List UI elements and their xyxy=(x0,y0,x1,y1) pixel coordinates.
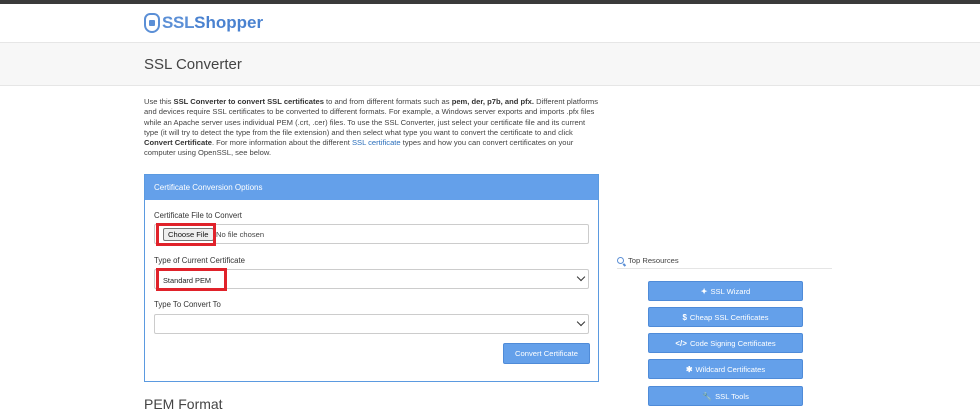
wildcard-certificates-button[interactable]: ✱ Wildcard Certificates xyxy=(648,359,803,379)
highlight-box xyxy=(156,268,227,291)
code-signing-certificates-button[interactable]: </> Code Signing Certificates xyxy=(648,333,803,353)
asterisk-icon: ✱ xyxy=(685,364,693,374)
intro-text: Use this xyxy=(144,97,174,106)
site-header: SSL Shopper xyxy=(0,4,980,42)
convert-to-label: Type To Convert To xyxy=(154,300,221,309)
intro-text: to and from different formats such as xyxy=(323,97,452,106)
button-label: SSL Wizard xyxy=(710,286,751,296)
intro-bold: pem, der, p7b, and pfx. xyxy=(451,97,534,106)
button-label: Cheap SSL Certificates xyxy=(689,312,769,322)
chevron-down-icon xyxy=(576,317,586,327)
logo[interactable]: SSL Shopper xyxy=(144,10,263,36)
file-label: Certificate File to Convert xyxy=(154,211,242,220)
ssl-certificate-link[interactable]: SSL certificate xyxy=(352,138,401,147)
wrench-icon: 🔧 xyxy=(702,391,713,401)
intro-paragraph: Use this SSL Converter to convert SSL ce… xyxy=(144,97,600,159)
button-label: Code Signing Certificates xyxy=(689,338,776,348)
title-bar: SSL Converter xyxy=(0,42,980,86)
button-label: Wildcard Certificates xyxy=(695,364,766,374)
intro-text: . For more information about the differe… xyxy=(211,138,352,148)
convert-to-select[interactable] xyxy=(154,314,589,334)
convert-certificate-button[interactable]: Convert Certificate xyxy=(503,343,590,364)
highlight-box xyxy=(156,223,216,246)
file-input[interactable]: Choose File No file chosen xyxy=(154,224,589,244)
cheap-ssl-certificates-button[interactable]: $ Cheap SSL Certificates xyxy=(648,307,803,327)
ssl-wizard-button[interactable]: ✦ SSL Wizard xyxy=(648,281,803,301)
panel-title: Certificate Conversion Options xyxy=(145,175,598,200)
top-resources-label: Top Resources xyxy=(628,256,679,265)
divider xyxy=(617,268,832,269)
button-label: SSL Tools xyxy=(715,391,749,401)
logo-ssl-text: SSL xyxy=(162,13,195,32)
ssl-tools-button[interactable]: 🔧 SSL Tools xyxy=(648,386,803,406)
intro-bold: Convert Certificate xyxy=(144,138,212,148)
conversion-panel: Certificate Conversion Options Certifica… xyxy=(144,174,599,382)
wand-icon: ✦ xyxy=(700,286,708,296)
search-icon xyxy=(617,257,624,264)
dollar-icon: $ xyxy=(682,312,687,322)
logo-shopper-text: Shopper xyxy=(194,13,264,32)
lock-logo-icon xyxy=(144,13,160,33)
no-file-text: No file chosen xyxy=(216,230,265,239)
page-title: SSL Converter xyxy=(144,56,242,73)
chevron-down-icon xyxy=(576,272,586,282)
current-type-label: Type of Current Certificate xyxy=(154,256,246,265)
top-resources-title: Top Resources xyxy=(617,256,679,265)
intro-bold: SSL Converter to convert SSL certificate… xyxy=(173,97,324,106)
code-icon: </> xyxy=(675,338,687,348)
